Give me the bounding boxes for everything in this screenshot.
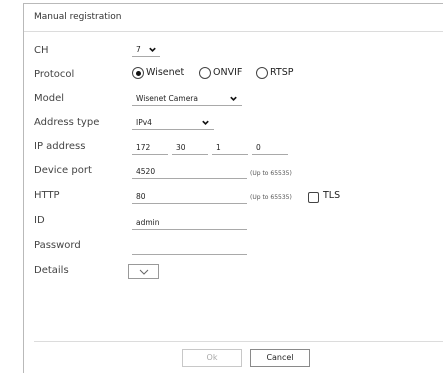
ip-octet-3-input[interactable]: 1	[212, 140, 248, 155]
ch-label: CH	[34, 45, 49, 56]
ch-select[interactable]: 7	[132, 42, 160, 57]
radio-rtsp-label[interactable]: RTSP	[270, 66, 293, 80]
radio-onvif[interactable]	[199, 67, 211, 79]
footer-divider	[34, 341, 443, 342]
http-port-hint: (Up to 65535)	[250, 194, 292, 201]
chevron-down-icon	[230, 96, 237, 101]
device-port-hint: (Up to 65535)	[250, 170, 292, 177]
radio-selected-dot	[135, 70, 141, 76]
radio-wisenet[interactable]	[132, 67, 144, 79]
ip-address-label: IP address	[34, 141, 86, 152]
radio-rtsp[interactable]	[256, 67, 268, 79]
radio-onvif-label[interactable]: ONVIF	[213, 66, 242, 80]
http-port-input[interactable]: 80	[132, 189, 247, 204]
http-label: HTTP	[34, 190, 60, 201]
ip-octet-4-input[interactable]: 0	[252, 140, 288, 155]
manual-registration-dialog: Manual registration CH 7 Protocol Wisene…	[23, 3, 443, 373]
chevron-down-icon	[149, 47, 156, 52]
tls-checkbox[interactable]	[308, 192, 319, 203]
device-port-input[interactable]: 4520	[132, 164, 247, 179]
chevron-down-icon	[139, 269, 149, 275]
cancel-button[interactable]: Cancel	[250, 349, 310, 367]
password-input[interactable]	[132, 240, 247, 255]
id-input[interactable]: admin	[132, 215, 247, 230]
password-label: Password	[34, 240, 81, 251]
model-value: Wisenet Camera	[136, 94, 198, 103]
device-port-label: Device port	[34, 165, 92, 176]
dialog-title: Manual registration	[24, 4, 443, 32]
ch-value: 7	[136, 45, 141, 54]
radio-wisenet-label[interactable]: Wisenet	[146, 66, 184, 80]
ok-button[interactable]: Ok	[182, 349, 242, 367]
id-label: ID	[34, 215, 45, 226]
model-select[interactable]: Wisenet Camera	[132, 91, 242, 106]
ip-octet-2-input[interactable]: 30	[172, 140, 208, 155]
ip-octet-1-input[interactable]: 172	[132, 140, 168, 155]
chevron-down-icon	[202, 120, 209, 125]
model-label: Model	[34, 93, 65, 104]
details-label: Details	[34, 265, 69, 276]
protocol-label: Protocol	[34, 69, 75, 80]
tls-label: TLS	[323, 190, 341, 201]
address-type-select[interactable]: IPv4	[132, 115, 214, 130]
details-expand-button[interactable]	[128, 264, 159, 279]
address-type-label: Address type	[34, 117, 100, 128]
address-type-value: IPv4	[136, 118, 152, 127]
